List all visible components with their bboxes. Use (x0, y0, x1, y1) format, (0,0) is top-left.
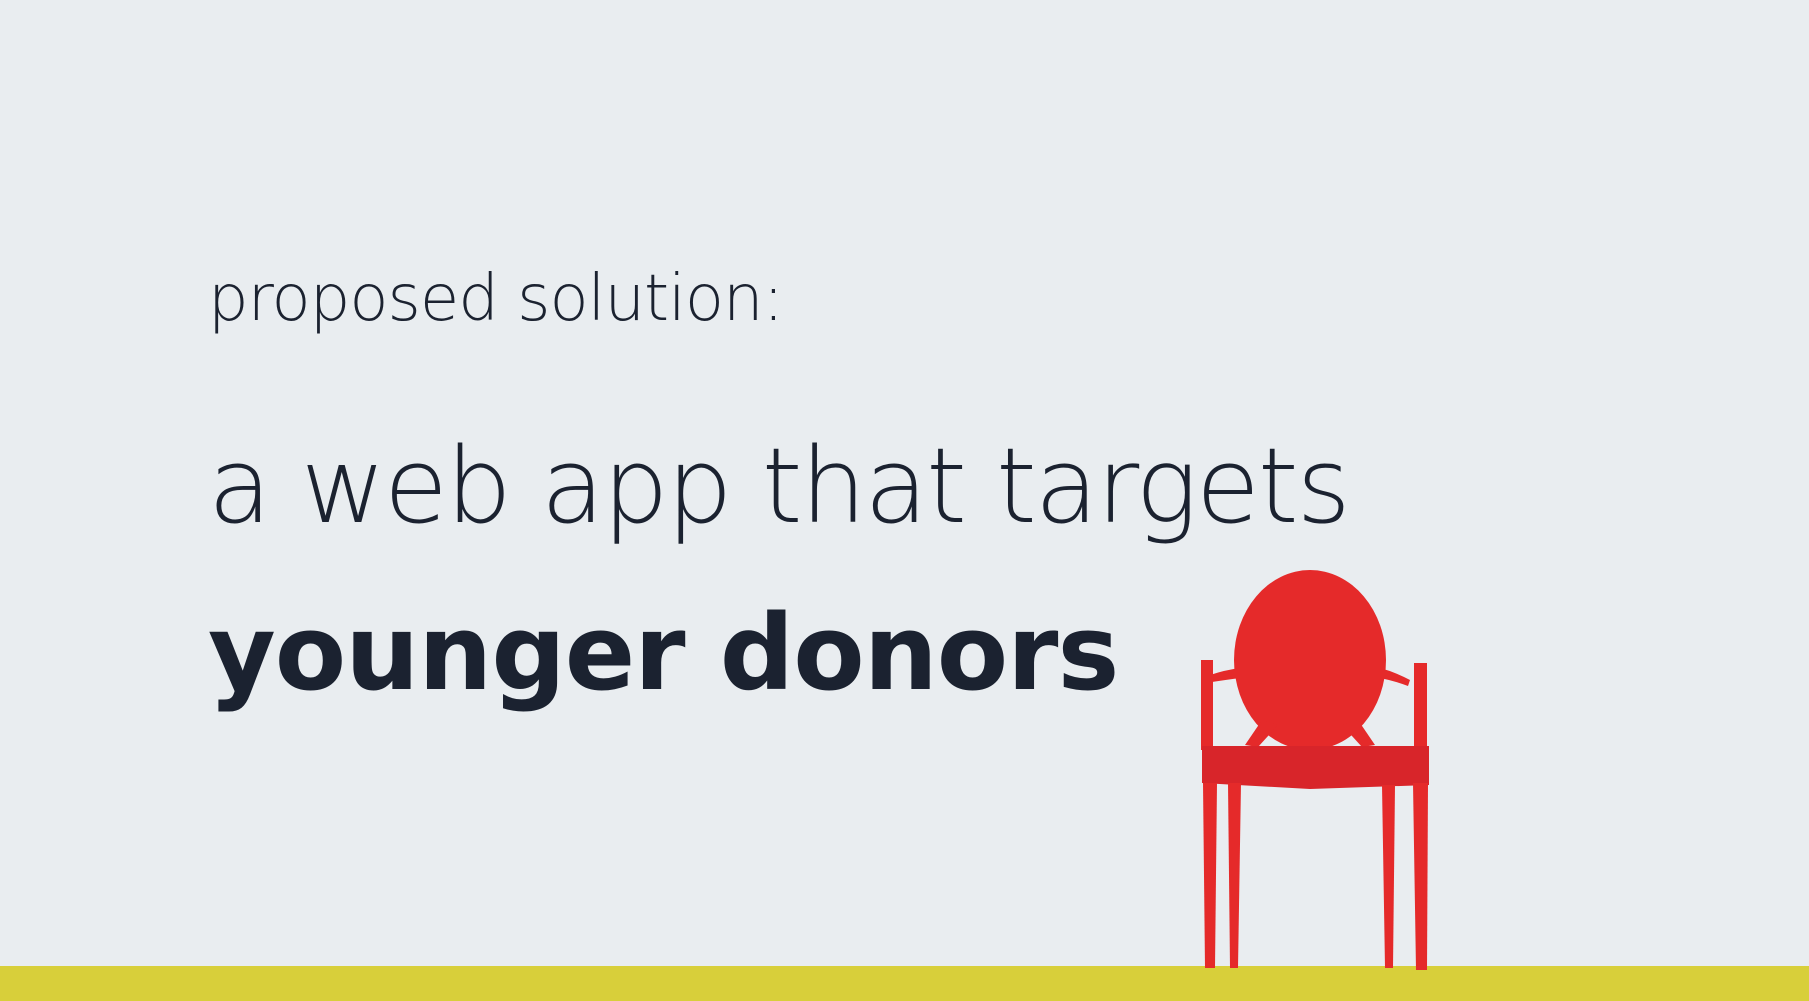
chair-leg-1 (1203, 783, 1217, 968)
chair-seat (1202, 746, 1429, 789)
chair-back (1234, 570, 1386, 750)
chair-leg-2 (1228, 783, 1241, 968)
chair-leg-3 (1382, 785, 1395, 968)
chair-leg-4 (1413, 783, 1428, 970)
chair-arm-post-right (1414, 663, 1427, 753)
chair-arm-left (1210, 668, 1240, 682)
chair-arm-post-left (1201, 660, 1213, 750)
chair-arm-right (1380, 668, 1410, 686)
red-chair-illustration (1201, 570, 1429, 970)
